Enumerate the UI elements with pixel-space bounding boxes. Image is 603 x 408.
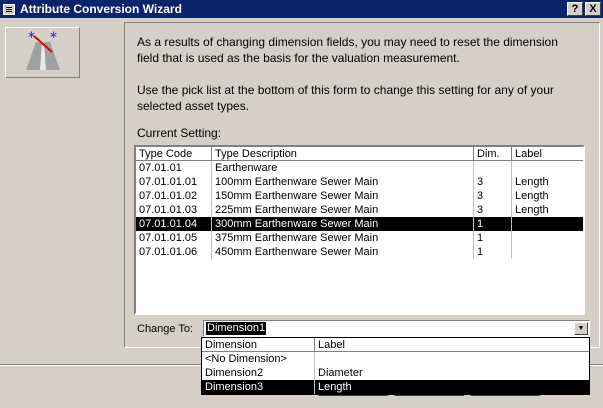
cell-dim: 3 [474, 189, 512, 203]
cell-type-code: 07.01.01.05 [136, 231, 212, 245]
cell-type-description: 300mm Earthenware Sewer Main [212, 217, 474, 231]
dropdown-header: Dimension Label [202, 338, 589, 352]
dropdown-option[interactable]: <No Dimension> [202, 352, 589, 366]
change-to-combo[interactable]: Dimension1 ▼ [203, 320, 590, 337]
col-dim[interactable]: Dim. [474, 147, 512, 161]
chevron-down-icon[interactable]: ▼ [574, 322, 588, 335]
cell-dim: 3 [474, 175, 512, 189]
road-icon: * * [26, 30, 60, 70]
cell-dim: 1 [474, 231, 512, 245]
content-panel: As a results of changing dimension field… [124, 22, 600, 348]
table-row[interactable]: 07.01.01.05 375mm Earthenware Sewer Main… [136, 231, 583, 245]
cell-type-description: 450mm Earthenware Sewer Main [212, 245, 474, 259]
cell-type-description: 150mm Earthenware Sewer Main [212, 189, 474, 203]
cell-type-description: Earthenware [212, 161, 474, 175]
cell-dim [474, 161, 512, 175]
cell-label [512, 217, 583, 231]
dropdown-col-label: Label [315, 338, 589, 352]
table-row[interactable]: 07.01.01.06 450mm Earthenware Sewer Main… [136, 245, 583, 259]
dropdown-col-dimension: Dimension [202, 338, 315, 352]
list-header: Type Code Type Description Dim. Label [136, 147, 583, 161]
cell-type-description: 100mm Earthenware Sewer Main [212, 175, 474, 189]
change-to-value[interactable]: Dimension1 [206, 322, 267, 335]
cell-type-code: 07.01.01.04 [136, 217, 212, 231]
intro-text-1: As a results of changing dimension field… [137, 35, 558, 65]
dropdown-option[interactable]: Dimension2 Diameter [202, 366, 589, 380]
option-dimension: <No Dimension> [202, 352, 315, 366]
cell-label [512, 245, 583, 259]
option-dimension: Dimension3 [202, 380, 315, 394]
table-row[interactable]: 07.01.01.03 225mm Earthenware Sewer Main… [136, 203, 583, 217]
window-title: Attribute Conversion Wizard [20, 2, 182, 16]
title-bar: Attribute Conversion Wizard ? X [0, 0, 603, 18]
svg-text:*: * [28, 30, 35, 46]
cell-dim: 3 [474, 203, 512, 217]
dimension-dropdown-list[interactable]: Dimension Label <No Dimension> Dimension… [201, 337, 590, 395]
cell-dim: 1 [474, 245, 512, 259]
close-button[interactable]: X [585, 2, 601, 16]
help-button[interactable]: ? [567, 2, 583, 16]
cell-type-description: 375mm Earthenware Sewer Main [212, 231, 474, 245]
cell-type-code: 07.01.01.01 [136, 175, 212, 189]
option-label: Length [318, 381, 352, 393]
app-icon [3, 3, 15, 15]
cell-type-code: 07.01.01.02 [136, 189, 212, 203]
table-row-selected[interactable]: 07.01.01.04 300mm Earthenware Sewer Main… [136, 217, 583, 231]
asset-type-list[interactable]: Type Code Type Description Dim. Label 07… [134, 145, 585, 315]
option-dimension: Dimension2 [202, 366, 315, 380]
dropdown-option-selected[interactable]: Dimension3 Length [202, 380, 589, 394]
cell-label [512, 231, 583, 245]
cell-label: Length [515, 190, 549, 202]
table-row[interactable]: 07.01.01.01 100mm Earthenware Sewer Main… [136, 175, 583, 189]
table-row[interactable]: 07.01.01 Earthenware [136, 161, 583, 175]
cell-label: Length [515, 176, 549, 188]
cell-type-description: 225mm Earthenware Sewer Main [212, 203, 474, 217]
option-label [315, 352, 589, 366]
wizard-graphic: * * [5, 27, 80, 78]
table-row[interactable]: 07.01.01.02 150mm Earthenware Sewer Main… [136, 189, 583, 203]
cell-dim: 1 [474, 217, 512, 231]
col-type-code[interactable]: Type Code [136, 147, 212, 161]
intro-text-2: Use the pick list at the bottom of this … [137, 83, 554, 113]
svg-text:*: * [50, 30, 57, 46]
option-label: Diameter [318, 367, 363, 379]
current-setting-label: Current Setting: [137, 126, 222, 140]
col-type-description[interactable]: Type Description [212, 147, 474, 161]
cell-type-code: 07.01.01.03 [136, 203, 212, 217]
col-label[interactable]: Label [512, 147, 583, 161]
cell-label: Length [515, 204, 549, 216]
cell-label [512, 161, 583, 175]
change-to-label: Change To: [137, 323, 194, 335]
cell-type-code: 07.01.01.06 [136, 245, 212, 259]
cell-type-code: 07.01.01 [136, 161, 212, 175]
